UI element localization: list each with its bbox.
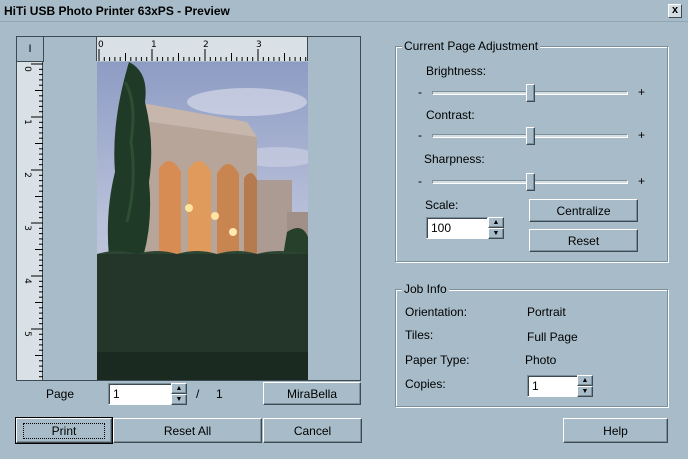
help-button[interactable]: Help (563, 418, 668, 443)
scale-spinner[interactable]: ▲ ▼ (488, 217, 504, 239)
photo-image (97, 62, 308, 380)
title-bar[interactable]: HiTi USB Photo Printer 63xPS - Preview x (0, 0, 688, 22)
sharpness-min: - (418, 174, 422, 188)
copies-input[interactable]: 1 (527, 375, 579, 397)
page-spinner[interactable]: ▲ ▼ (171, 383, 187, 405)
photo-preview[interactable] (97, 62, 308, 380)
page-adjustment-title: Current Page Adjustment (402, 39, 541, 53)
copies-spinner[interactable]: ▲ ▼ (577, 375, 593, 397)
sharpness-slider-thumb[interactable] (526, 173, 535, 191)
page-number-input[interactable]: 1 (108, 383, 172, 405)
centralize-button-label: Centralize (556, 203, 611, 218)
print-button-label: Print (22, 422, 106, 439)
cancel-button-label: Cancel (293, 423, 332, 438)
sharpness-label: Sharpness: (424, 152, 485, 166)
ruler-v-label: 2 (21, 172, 32, 178)
spin-down-icon[interactable]: ▼ (577, 386, 593, 397)
copies-label: Copies: (405, 377, 446, 391)
sharpness-max: + (638, 174, 646, 188)
page-label: Page (46, 387, 75, 401)
reset-button-label: Reset (567, 233, 600, 248)
paper-type-value: Photo (525, 353, 557, 367)
cancel-button[interactable]: Cancel (263, 418, 362, 443)
ruler-h-label: 2 (203, 40, 209, 50)
spin-up-icon[interactable]: ▲ (488, 217, 504, 228)
brightness-slider-thumb[interactable] (526, 84, 535, 102)
mirabella-button-label: MiraBella (286, 386, 337, 401)
scale-input[interactable]: 100 (426, 217, 488, 239)
ruler-v-label: 5 (21, 331, 32, 337)
brightness-max: + (638, 85, 646, 99)
ruler-h-label: 3 (256, 40, 262, 50)
print-button[interactable]: Print (15, 417, 113, 444)
paper-type-label: Paper Type: (405, 353, 470, 367)
brightness-min: - (418, 85, 422, 99)
window-title: HiTi USB Photo Printer 63xPS - Preview (4, 4, 230, 18)
contrast-max: + (638, 128, 646, 142)
orientation-value: Portrait (527, 305, 566, 319)
mirabella-button[interactable]: MiraBella (263, 382, 361, 405)
spin-up-icon[interactable]: ▲ (577, 375, 593, 386)
vertical-ruler: 0 1 2 3 4 5 (17, 62, 43, 380)
ruler-v-label: 3 (21, 225, 32, 231)
brightness-label: Brightness: (426, 64, 487, 78)
ruler-corner: I (16, 36, 44, 62)
scale-label: Scale: (425, 198, 459, 212)
job-info-title: Job Info (402, 282, 449, 296)
help-button-label: Help (603, 423, 628, 438)
ruler-v-label: 0 (21, 66, 32, 72)
tiles-value: Full Page (527, 330, 578, 344)
spin-down-icon[interactable]: ▼ (171, 394, 187, 405)
reset-all-button[interactable]: Reset All (113, 418, 262, 443)
contrast-label: Contrast: (426, 108, 475, 122)
page-total: 1 (216, 387, 223, 401)
reset-all-button-label: Reset All (163, 423, 212, 438)
centralize-button[interactable]: Centralize (529, 199, 638, 222)
preview-window: HiTi USB Photo Printer 63xPS - Preview x… (0, 0, 688, 459)
spin-up-icon[interactable]: ▲ (171, 383, 187, 394)
ruler-v-label: 4 (21, 278, 32, 284)
reset-button[interactable]: Reset (529, 229, 638, 252)
page-separator: / (196, 387, 200, 401)
spin-down-icon[interactable]: ▼ (488, 228, 504, 239)
ruler-v-label: 1 (21, 119, 32, 125)
ruler-h-label: 0 (98, 40, 104, 50)
close-icon[interactable]: x (668, 4, 682, 18)
orientation-label: Orientation: (405, 305, 468, 319)
ruler-h-label: 1 (151, 40, 157, 50)
contrast-min: - (418, 128, 422, 142)
horizontal-ruler: 0 1 2 3 (96, 37, 308, 61)
contrast-slider-thumb[interactable] (526, 127, 535, 145)
tiles-label: Tiles: (405, 328, 434, 342)
